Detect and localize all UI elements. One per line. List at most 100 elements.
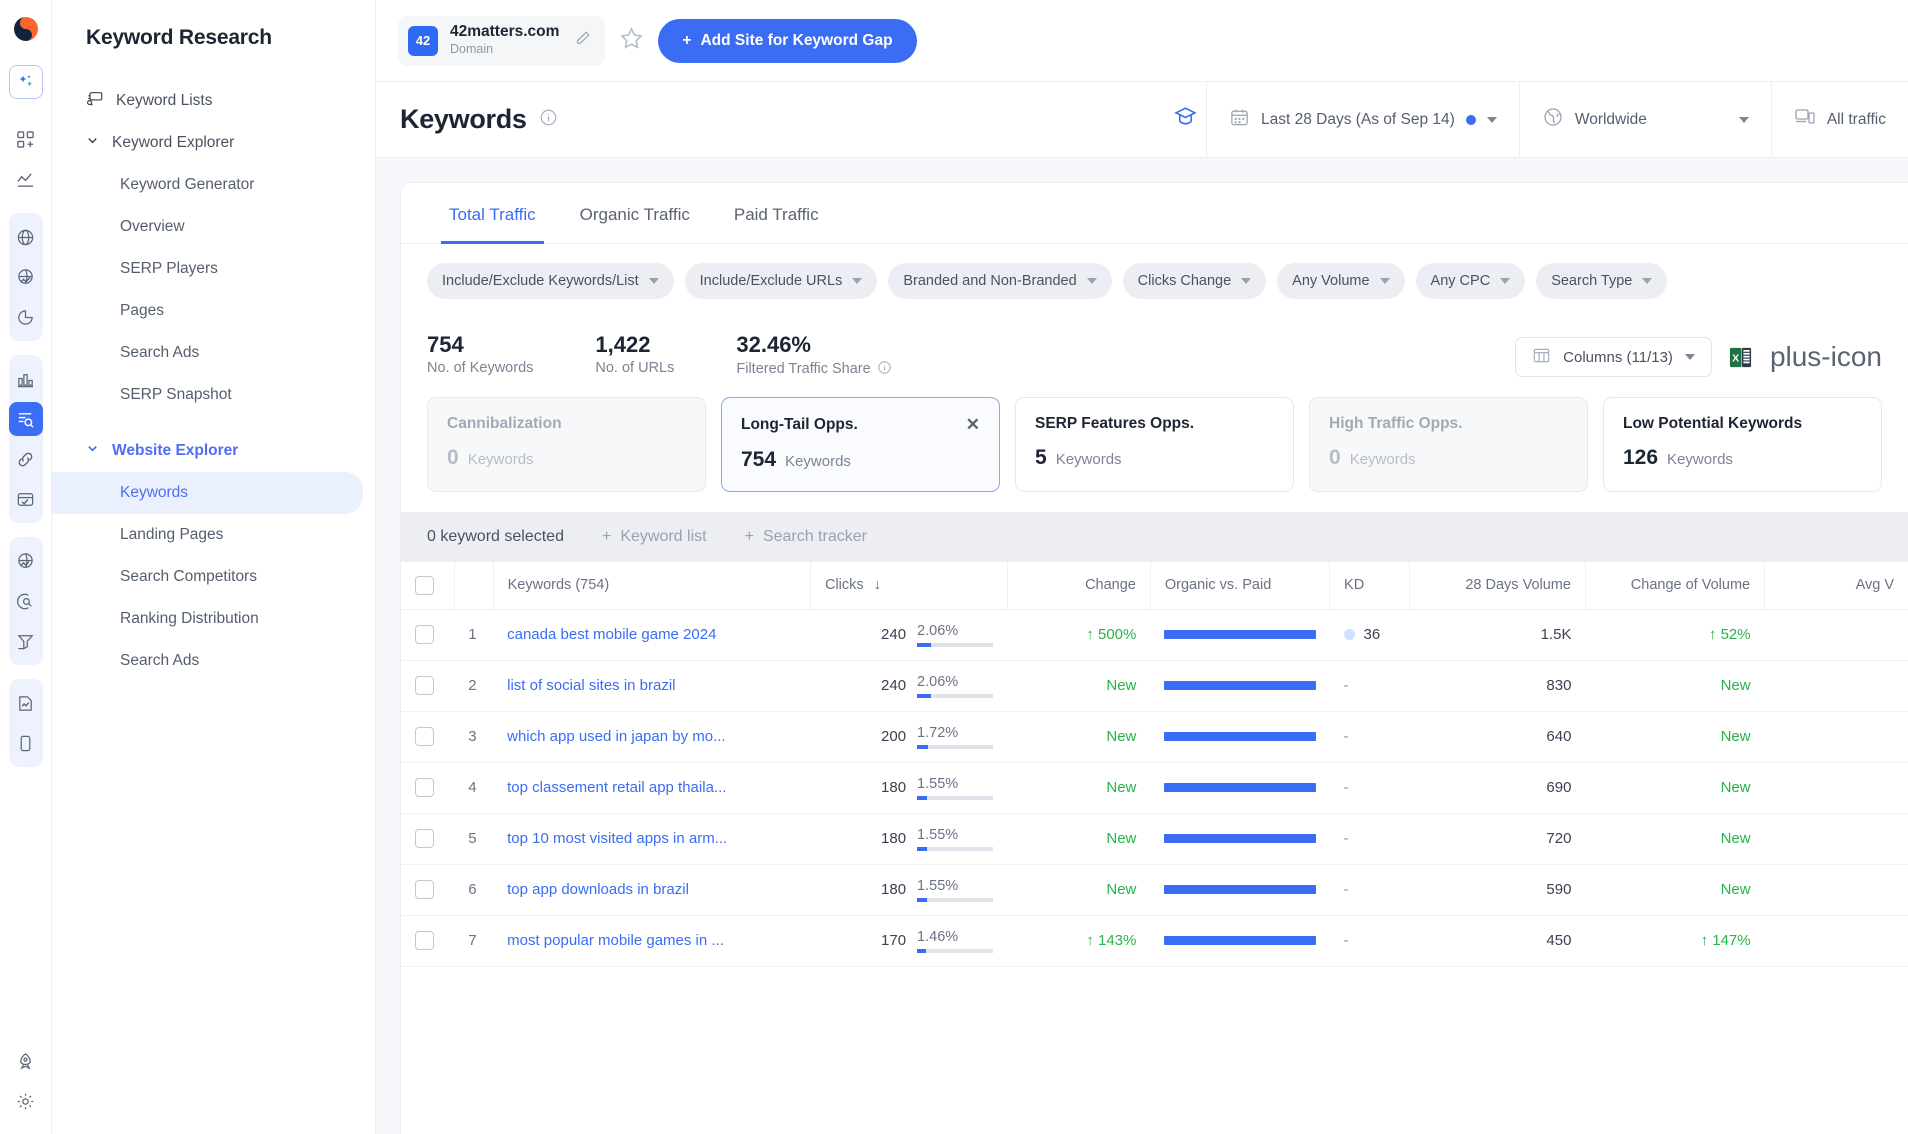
pencil-icon[interactable]: [575, 30, 591, 51]
sidebar-group-keyword-explorer[interactable]: Keyword Explorer: [52, 122, 363, 164]
clicks-header[interactable]: Clicks ↓: [810, 562, 1007, 610]
sidebar-item-search-ads-2[interactable]: Search Ads: [52, 640, 363, 682]
filter-branded[interactable]: Branded and Non-Branded: [888, 263, 1111, 299]
mobile-icon[interactable]: [9, 726, 43, 760]
row-keyword-cell[interactable]: most popular mobile games in ...: [493, 915, 810, 966]
trend-line-icon[interactable]: [9, 162, 43, 196]
row-keyword-cell[interactable]: top 10 most visited apps in arm...: [493, 813, 810, 864]
star-icon[interactable]: [619, 26, 644, 56]
table-row[interactable]: 4top classement retail app thaila...1801…: [401, 762, 1908, 813]
organic-vs-paid-header[interactable]: Organic vs. Paid: [1150, 562, 1329, 610]
row-select-cell[interactable]: [401, 864, 454, 915]
globe-chart-icon[interactable]: [9, 260, 43, 294]
tab-paid-traffic[interactable]: Paid Traffic: [712, 183, 841, 243]
sidebar-item-pages[interactable]: Pages: [52, 290, 363, 332]
magnify-circle-icon[interactable]: [9, 584, 43, 618]
table-row[interactable]: 6top app downloads in brazil1801.55%New-…: [401, 864, 1908, 915]
row-checkbox[interactable]: [415, 880, 434, 899]
bar-chart-icon[interactable]: [9, 362, 43, 396]
row-select-cell[interactable]: [401, 762, 454, 813]
link-icon[interactable]: [9, 442, 43, 476]
traffic-type-selector[interactable]: All traffic: [1771, 82, 1908, 158]
sidebar-item-landing-pages[interactable]: Landing Pages: [52, 514, 363, 556]
sidebar-item-serp-players[interactable]: SERP Players: [52, 248, 363, 290]
sidebar-item-search-competitors[interactable]: Search Competitors: [52, 556, 363, 598]
table-row[interactable]: 2list of social sites in brazil2402.06%N…: [401, 660, 1908, 711]
pie-chart-icon[interactable]: [9, 300, 43, 334]
keyword-search-icon[interactable]: [9, 402, 43, 436]
sidebar-group-website-explorer[interactable]: Website Explorer: [52, 430, 363, 472]
sidebar-item-overview[interactable]: Overview: [52, 206, 363, 248]
add-to-keyword-list-button[interactable]: + Keyword list: [602, 528, 707, 546]
select-all-checkbox[interactable]: [415, 576, 434, 595]
close-icon[interactable]: ✕: [966, 415, 980, 435]
row-keyword-cell[interactable]: list of social sites in brazil: [493, 660, 810, 711]
row-select-cell[interactable]: [401, 609, 454, 660]
tab-organic-traffic[interactable]: Organic Traffic: [558, 183, 712, 243]
add-to-search-tracker-button[interactable]: + Search tracker: [745, 528, 867, 546]
site-selector-chip[interactable]: 42 42matters.com Domain: [398, 16, 605, 66]
date-range-selector[interactable]: Last 28 Days (As of Sep 14): [1206, 82, 1519, 158]
filter-include-exclude-keywords[interactable]: Include/Exclude Keywords/List: [427, 263, 674, 299]
card-serp-features-opps[interactable]: SERP Features Opps. 5 Keywords: [1015, 397, 1294, 492]
globe-pulse-icon[interactable]: [9, 544, 43, 578]
table-row[interactable]: 5top 10 most visited apps in arm...1801.…: [401, 813, 1908, 864]
row-keyword-cell[interactable]: canada best mobile game 2024: [493, 609, 810, 660]
row-checkbox[interactable]: [415, 829, 434, 848]
add-column-button[interactable]: plus-icon: [1770, 343, 1882, 371]
row-select-cell[interactable]: [401, 660, 454, 711]
excel-export-icon[interactable]: X: [1728, 344, 1754, 370]
keyword-link[interactable]: top classement retail app thaila...: [507, 779, 796, 796]
keywords-header[interactable]: Keywords (754): [493, 562, 810, 610]
info-icon[interactable]: [539, 108, 558, 132]
table-row[interactable]: 1canada best mobile game 20242402.06%↑ 5…: [401, 609, 1908, 660]
keyword-link[interactable]: list of social sites in brazil: [507, 677, 796, 694]
card-high-traffic-opps[interactable]: High Traffic Opps. 0 Keywords: [1309, 397, 1588, 492]
keyword-link[interactable]: canada best mobile game 2024: [507, 626, 796, 643]
filter-any-volume[interactable]: Any Volume: [1277, 263, 1404, 299]
tab-total-traffic[interactable]: Total Traffic: [427, 183, 558, 243]
sidebar-item-keyword-lists[interactable]: Keyword Lists: [52, 80, 363, 122]
sidebar-item-serp-snapshot[interactable]: SERP Snapshot: [52, 374, 363, 416]
table-row[interactable]: 3which app used in japan by mo...2001.72…: [401, 711, 1908, 762]
graduation-cap-button[interactable]: [1151, 82, 1206, 158]
volume-header[interactable]: 28 Days Volume: [1409, 562, 1585, 610]
ai-sparkle-icon[interactable]: [9, 65, 43, 99]
report-icon[interactable]: [9, 686, 43, 720]
row-select-cell[interactable]: [401, 711, 454, 762]
apps-add-icon[interactable]: [9, 122, 43, 156]
select-all-header[interactable]: [401, 562, 454, 610]
filter-any-cpc[interactable]: Any CPC: [1416, 263, 1526, 299]
change-of-volume-header[interactable]: Change of Volume: [1585, 562, 1764, 610]
row-select-cell[interactable]: [401, 915, 454, 966]
filter-clicks-change[interactable]: Clicks Change: [1123, 263, 1267, 299]
keyword-link[interactable]: most popular mobile games in ...: [507, 932, 796, 949]
keyword-link[interactable]: top 10 most visited apps in arm...: [507, 830, 796, 847]
sidebar-item-ranking-distribution[interactable]: Ranking Distribution: [52, 598, 363, 640]
card-cannibalization[interactable]: Cannibalization 0 Keywords: [427, 397, 706, 492]
keyword-link[interactable]: top app downloads in brazil: [507, 881, 796, 898]
globe-icon[interactable]: [9, 220, 43, 254]
table-row[interactable]: 7most popular mobile games in ...1701.46…: [401, 915, 1908, 966]
avg-header[interactable]: Avg V: [1765, 562, 1908, 610]
row-checkbox[interactable]: [415, 625, 434, 644]
filter-include-exclude-urls[interactable]: Include/Exclude URLs: [685, 263, 878, 299]
sidebar-item-keywords[interactable]: Keywords: [52, 472, 363, 514]
semrush-logo[interactable]: [11, 14, 41, 44]
row-keyword-cell[interactable]: which app used in japan by mo...: [493, 711, 810, 762]
row-keyword-cell[interactable]: top app downloads in brazil: [493, 864, 810, 915]
filter-search-type[interactable]: Search Type: [1536, 263, 1667, 299]
location-selector[interactable]: Worldwide: [1519, 82, 1771, 158]
card-long-tail-opps[interactable]: Long-Tail Opps. ✕ 754 Keywords: [721, 397, 1000, 492]
keyword-link[interactable]: which app used in japan by mo...: [507, 728, 796, 745]
sidebar-item-search-ads[interactable]: Search Ads: [52, 332, 363, 374]
row-checkbox[interactable]: [415, 778, 434, 797]
funnel-icon[interactable]: [9, 624, 43, 658]
row-checkbox[interactable]: [415, 931, 434, 950]
row-checkbox[interactable]: [415, 727, 434, 746]
sidebar-item-keyword-generator[interactable]: Keyword Generator: [52, 164, 363, 206]
row-select-cell[interactable]: [401, 813, 454, 864]
change-header[interactable]: Change: [1007, 562, 1150, 610]
row-checkbox[interactable]: [415, 676, 434, 695]
add-site-for-keyword-gap-button[interactable]: + Add Site for Keyword Gap: [658, 19, 916, 63]
